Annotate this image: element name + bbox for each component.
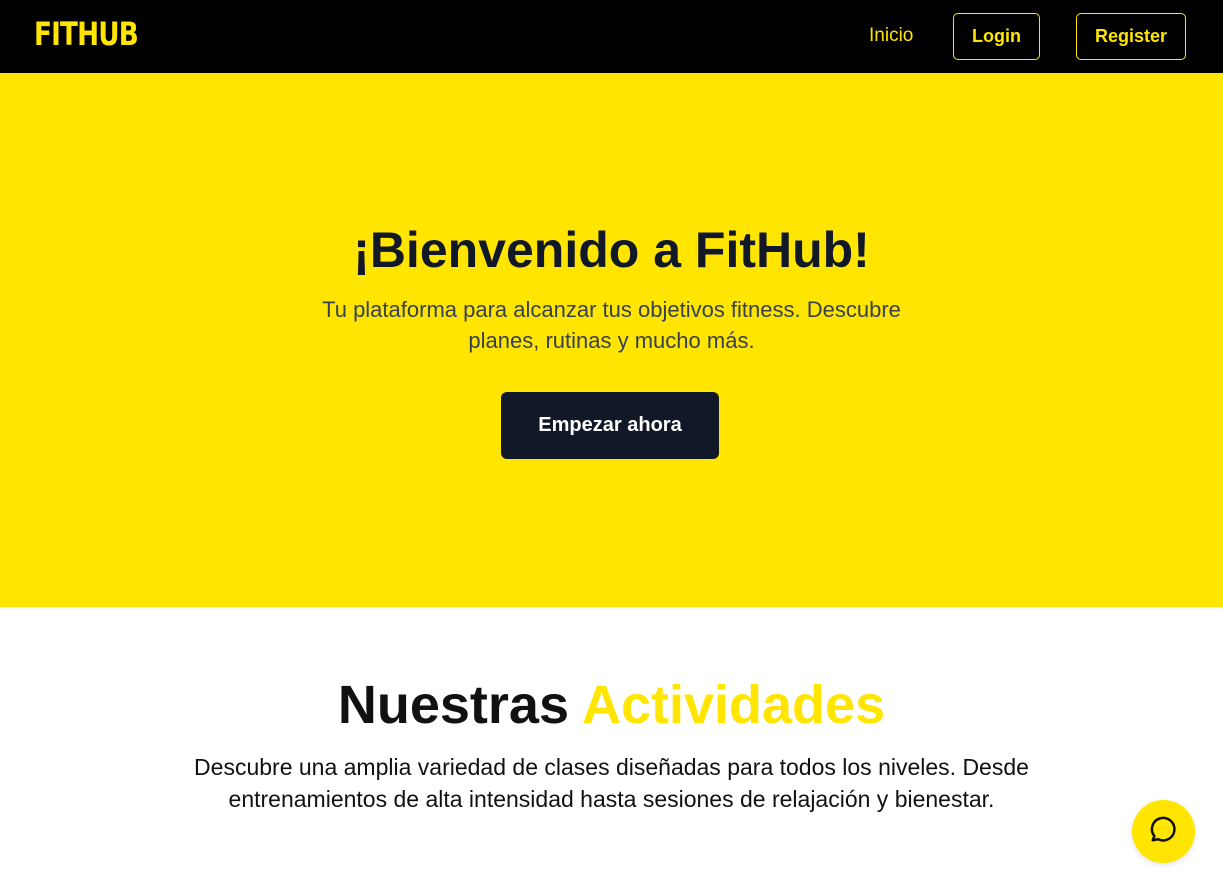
login-button[interactable]: Login [953,13,1040,60]
fithub-logo[interactable]: FITHUB [34,14,139,54]
activities-title-part1: Nuestras [337,675,569,735]
activities-description: Descubre una amplia variedad de clases d… [194,754,1029,812]
hero-title: ¡Bienvenido a FitHub! [353,222,870,278]
chat-bubble-icon [1149,814,1179,849]
activities-title: Nuestras Actividades [0,672,1223,738]
top-navbar: FITHUB Inicio Login Register [0,0,1223,73]
hero-subtitle: Tu plataforma para alcanzar tus objetivo… [322,297,901,353]
chat-button[interactable] [1132,800,1195,863]
nav-link-inicio[interactable]: Inicio [869,24,913,48]
activities-title-accent: Actividades [581,675,886,735]
register-button[interactable]: Register [1076,13,1186,60]
start-now-button[interactable]: Empezar ahora [501,392,719,459]
hero-section: ¡Bienvenido a FitHub! Tu plataforma para… [0,73,1223,607]
